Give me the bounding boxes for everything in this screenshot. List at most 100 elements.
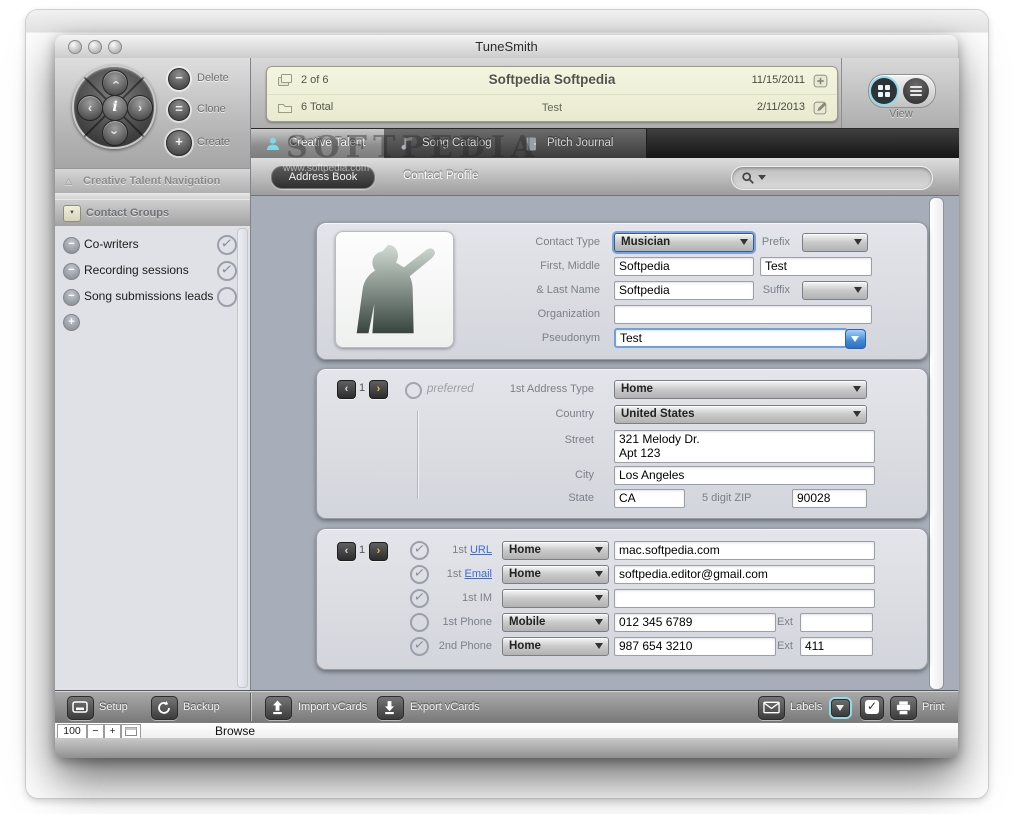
contact-type-dropdown[interactable]: Musician	[614, 233, 754, 252]
add-date-icon[interactable]	[812, 72, 829, 89]
mode-indicator[interactable]: Browse	[215, 724, 255, 738]
record-name: Softpedia Softpedia	[387, 72, 717, 87]
zoom-out-button[interactable]: −	[87, 724, 104, 739]
grid-view-button[interactable]	[871, 78, 897, 104]
info-button[interactable]: i	[102, 95, 128, 121]
contact-photo[interactable]	[335, 231, 454, 348]
zoom-in-button[interactable]: +	[104, 724, 121, 739]
edit-date-icon[interactable]	[812, 99, 829, 116]
search-options-chevron-icon[interactable]	[758, 175, 766, 180]
subtab-address-book[interactable]: Address Book	[271, 166, 375, 189]
country-label: Country	[467, 408, 594, 420]
sidebar-nav-header[interactable]: △ Creative Talent Navigation	[55, 168, 250, 194]
record-navigation-dial: › ‹ › › i	[72, 65, 156, 149]
clone-record-button[interactable]: =	[168, 99, 190, 121]
im-input[interactable]	[614, 589, 875, 608]
email-input[interactable]: softpedia.editor@gmail.com	[614, 565, 875, 584]
backup-button[interactable]	[151, 696, 178, 720]
group-check-circle[interactable]	[217, 287, 237, 307]
phone1-type-dropdown[interactable]: Mobile	[502, 613, 609, 632]
url-link[interactable]: URL	[470, 544, 492, 556]
contact-groups-dropdown-button[interactable]: ▼	[63, 205, 81, 222]
group-item[interactable]: − Recording sessions ✓	[55, 258, 250, 284]
address-divider	[417, 411, 418, 499]
content-scrollbar[interactable]	[929, 197, 944, 690]
tab-song-catalog[interactable]: Song Catalog	[384, 129, 510, 159]
export-arrow-down-icon	[382, 700, 397, 715]
prefix-dropdown[interactable]	[802, 233, 868, 252]
list-view-button[interactable]	[903, 78, 929, 104]
bottom-toolbar: Setup Backup Import vCards Export vCards…	[55, 690, 958, 723]
last-name-label: & Last Name	[477, 284, 600, 296]
sidebar-nav-title: Creative Talent Navigation	[83, 169, 220, 193]
group-item[interactable]: − Song submissions leads	[55, 284, 250, 310]
group-label: Song submissions leads	[84, 289, 213, 303]
zip-input[interactable]: 90028	[792, 489, 867, 508]
chevron-down-icon	[836, 705, 844, 711]
street-input[interactable]: 321 Melody Dr. Apt 123	[614, 430, 875, 463]
remove-group-icon[interactable]: −	[63, 263, 80, 280]
tab-creative-talent[interactable]: Creative Talent	[251, 129, 385, 159]
zoom-level-field[interactable]: 100	[57, 724, 87, 739]
group-check-circle[interactable]: ✓	[217, 235, 237, 255]
url-type-dropdown[interactable]: Home	[502, 541, 609, 560]
remove-group-icon[interactable]: −	[63, 237, 80, 254]
first-record-button[interactable]: ‹	[77, 95, 103, 121]
phone2-input[interactable]: 987 654 3210	[614, 637, 776, 656]
phone2-label: 2nd Phone	[402, 640, 492, 652]
group-item[interactable]: − Co-writers ✓	[55, 232, 250, 258]
labels-dropdown-button[interactable]	[831, 699, 850, 717]
record-navigation-cluster: › ‹ › › i − Delete = Clone + Create	[55, 58, 250, 169]
setup-button[interactable]	[67, 696, 94, 720]
first-name-input[interactable]: Softpedia	[614, 257, 754, 276]
print-button[interactable]	[890, 696, 917, 720]
next-record-down-button[interactable]: ›	[102, 120, 128, 146]
country-dropdown[interactable]: United States	[614, 405, 867, 424]
import-vcards-button[interactable]	[265, 696, 292, 720]
create-record-button[interactable]: +	[166, 130, 192, 156]
previous-contact-set-button[interactable]: ‹	[337, 542, 356, 561]
phone1-input[interactable]: 012 345 6789	[614, 613, 776, 632]
remove-group-icon[interactable]: −	[63, 289, 80, 306]
phone2-ext-input[interactable]: 411	[800, 637, 873, 656]
address-type-dropdown[interactable]: Home	[614, 380, 867, 399]
last-name-input[interactable]: Softpedia	[614, 281, 754, 300]
backup-label: Backup	[183, 701, 220, 713]
organization-input[interactable]	[614, 305, 872, 324]
delete-record-button[interactable]: −	[168, 68, 190, 90]
search-input[interactable]	[731, 166, 933, 190]
status-bar: 100 − + Browse	[55, 722, 958, 739]
sidebar-scrollbar[interactable]	[237, 228, 248, 688]
group-check-circle[interactable]: ✓	[217, 261, 237, 281]
next-contact-set-button[interactable]: ›	[369, 542, 388, 561]
next-address-button[interactable]: ›	[369, 380, 388, 399]
city-input[interactable]: Los Angeles	[614, 466, 875, 485]
state-input[interactable]: CA	[614, 489, 685, 508]
add-group-button[interactable]: +	[63, 314, 80, 331]
last-record-button[interactable]: ›	[127, 95, 153, 121]
subtab-contact-profile[interactable]: Contact Profile	[403, 170, 478, 182]
checklist-button[interactable]: ✓	[860, 696, 884, 720]
pseudonym-dropdown-button[interactable]	[845, 329, 866, 349]
phone1-ext-input[interactable]	[800, 613, 873, 632]
phone2-type-dropdown[interactable]: Home	[502, 637, 609, 656]
tab-pitch-journal[interactable]: Pitch Journal	[509, 129, 647, 159]
suffix-dropdown[interactable]	[802, 281, 868, 300]
previous-record-up-button[interactable]: ›	[102, 70, 128, 96]
preferred-address-radio[interactable]	[405, 382, 422, 399]
address-type-label: 1st Address Type	[467, 383, 594, 395]
previous-address-button[interactable]: ‹	[337, 380, 356, 399]
email-link[interactable]: Email	[464, 568, 492, 580]
im-type-dropdown[interactable]	[502, 589, 609, 608]
grid-view-icon	[878, 85, 890, 97]
street-label: Street	[467, 434, 594, 446]
status-toolbar-toggle-button[interactable]	[121, 724, 141, 739]
labels-button[interactable]	[758, 696, 785, 720]
chevron-down-icon	[853, 411, 861, 417]
email-type-dropdown[interactable]: Home	[502, 565, 609, 584]
url-input[interactable]: mac.softpedia.com	[614, 541, 875, 560]
contact-groups-header[interactable]: ▼ Contact Groups	[55, 199, 250, 227]
export-vcards-button[interactable]	[377, 696, 404, 720]
pseudonym-input[interactable]: Test	[614, 328, 848, 348]
middle-name-input[interactable]: Test	[760, 257, 872, 276]
